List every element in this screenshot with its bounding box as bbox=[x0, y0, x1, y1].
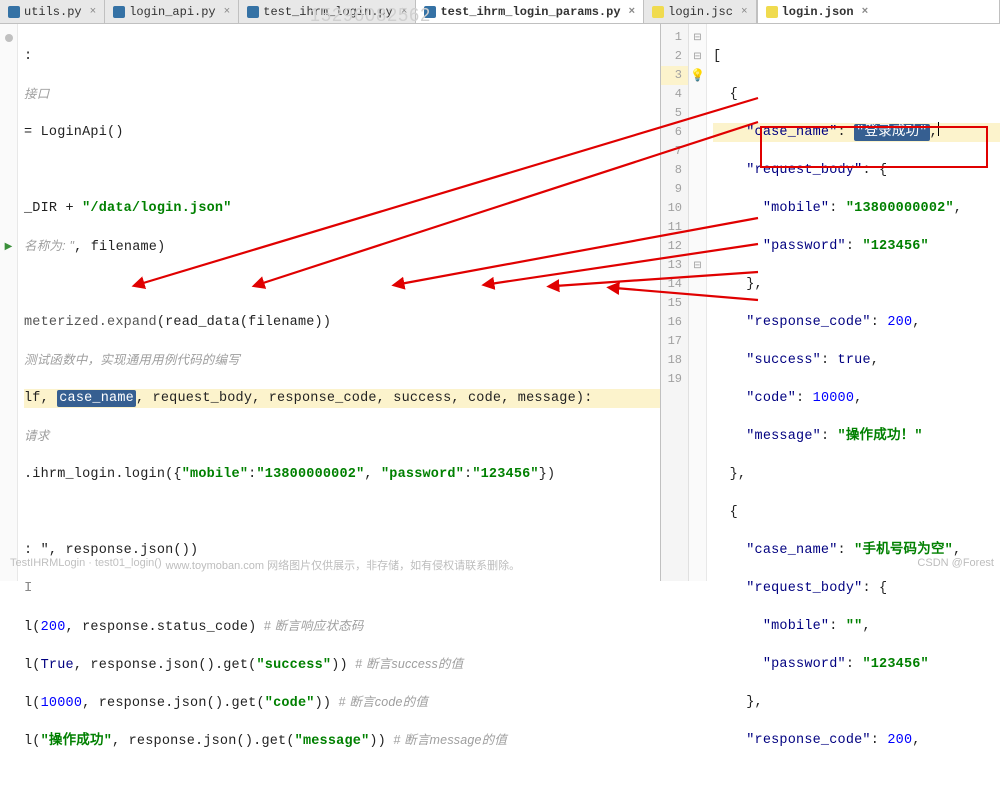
left-code-area[interactable]: : 接口 = LoginApi() _DIR + "/data/login.js… bbox=[18, 24, 660, 581]
watermark-phone: 15296082562 bbox=[310, 5, 431, 26]
lightbulb-icon[interactable]: 💡 bbox=[690, 68, 705, 83]
editor-right: 12345678910111213141516171819 ⊟ ⊟ 💡 ⊟ [ … bbox=[660, 24, 1000, 581]
text-cursor-icon: I bbox=[24, 580, 33, 596]
close-icon[interactable]: × bbox=[741, 6, 748, 18]
highlighted-signature-line: lf, case_name, request_body, response_co… bbox=[24, 389, 660, 408]
fold-icon[interactable]: ⊟ bbox=[693, 260, 701, 272]
tab-login-api[interactable]: login_api.py× bbox=[105, 0, 239, 23]
tab-utils[interactable]: utils.py× bbox=[0, 0, 105, 23]
close-icon[interactable]: × bbox=[862, 6, 869, 18]
close-icon[interactable]: × bbox=[629, 6, 636, 18]
json-icon bbox=[766, 6, 778, 18]
python-icon bbox=[8, 6, 20, 18]
close-icon[interactable]: × bbox=[90, 6, 97, 18]
file-icon bbox=[652, 6, 664, 18]
selection-case-name: case_name bbox=[57, 390, 136, 407]
footer-watermarks: TestIHRMLogin · test01_login() www.toymo… bbox=[0, 557, 1000, 573]
selection-login-success: "登录成功" bbox=[854, 124, 929, 141]
left-gutter-marks: ▶ bbox=[0, 24, 18, 581]
breakpoint-icon[interactable] bbox=[5, 34, 13, 42]
tab-bar: utils.py× login_api.py× test_ihrm_login.… bbox=[0, 0, 1000, 24]
fold-icon[interactable]: ⊟ bbox=[693, 32, 701, 44]
tab-test-ihrm-login-params[interactable]: test_ihrm_login_params.py× bbox=[416, 0, 644, 23]
editor-left: ▶ : 接口 = LoginApi() _DIR + "/data/login.… bbox=[0, 24, 660, 581]
right-code-area[interactable]: [ { "case_name": "登录成功", "request_body":… bbox=[707, 24, 1000, 581]
run-icon[interactable]: ▶ bbox=[5, 241, 13, 253]
right-gutter-marks: ⊟ ⊟ 💡 ⊟ bbox=[689, 24, 707, 581]
fold-icon[interactable]: ⊟ bbox=[693, 51, 701, 63]
python-icon bbox=[113, 6, 125, 18]
caret-icon bbox=[938, 122, 939, 136]
tab-login-jsc[interactable]: login.jsc× bbox=[644, 0, 756, 23]
python-icon bbox=[247, 6, 259, 18]
close-icon[interactable]: × bbox=[224, 6, 231, 18]
tab-login-json[interactable]: login.json× bbox=[758, 0, 1000, 23]
right-line-gutter: 12345678910111213141516171819 bbox=[661, 24, 689, 581]
